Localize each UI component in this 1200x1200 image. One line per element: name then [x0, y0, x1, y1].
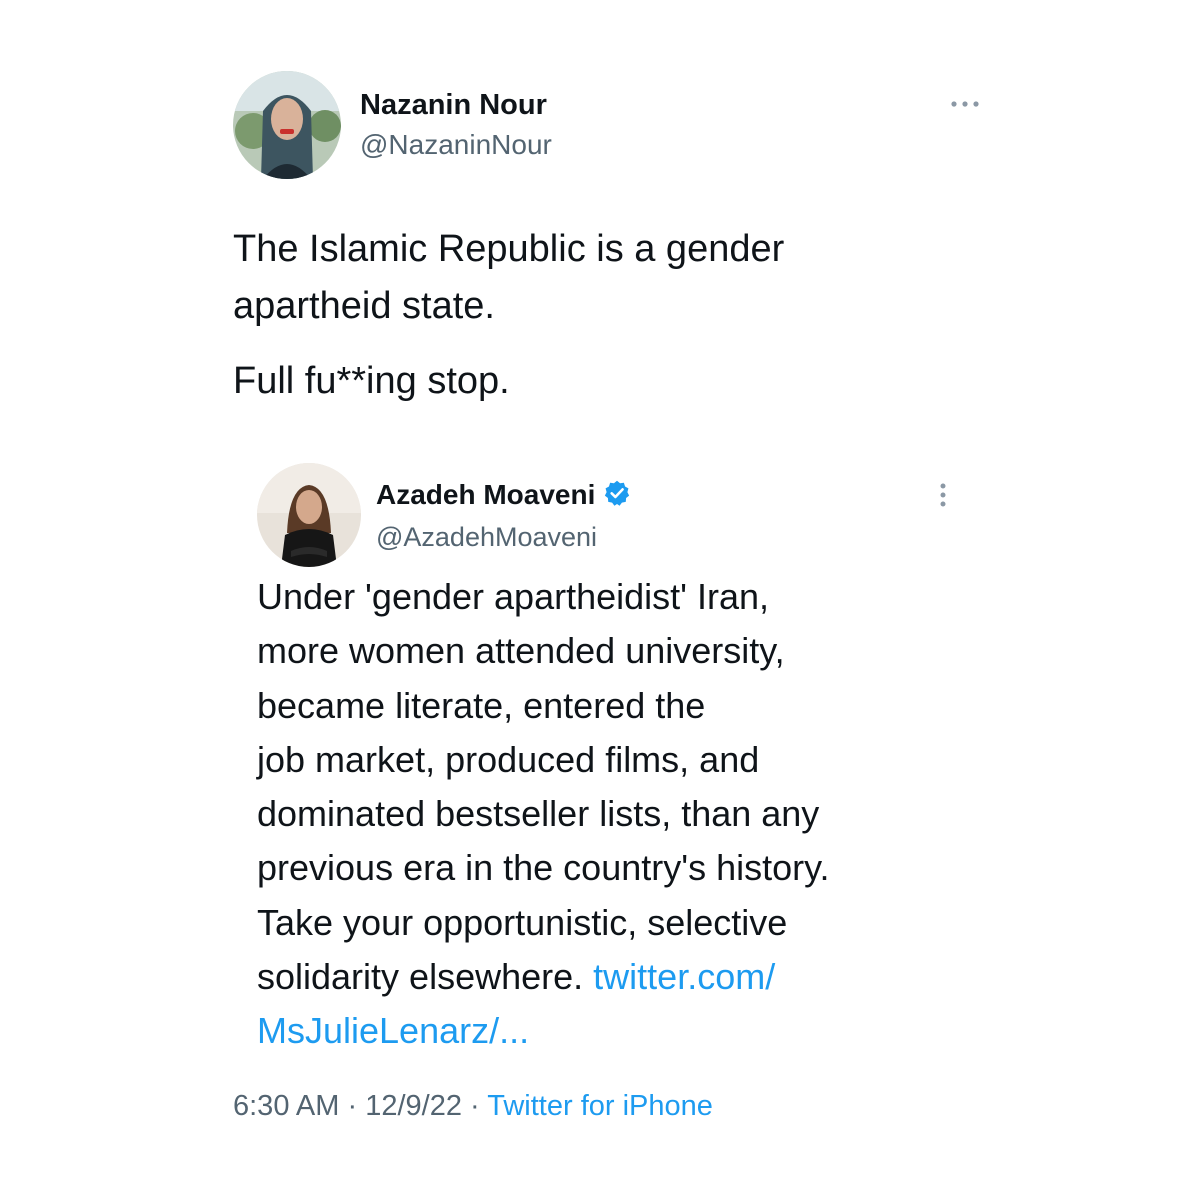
quoted-author-name[interactable]: Azadeh Moaveni	[376, 479, 631, 514]
quoted-text-line-8: solidarity elsewhere.	[257, 956, 584, 998]
meta-separator: ·	[347, 1090, 358, 1122]
quoted-text-line: Take your opportunistic, selective	[257, 901, 788, 943]
quoted-text-line: Under 'gender apartheidist' Iran,	[257, 576, 770, 617]
verified-badge-icon	[603, 479, 631, 514]
quoted-text-line: solidarity elsewhere. twitter.com/	[257, 950, 829, 1004]
tweet-text-line-2: apartheid state.	[233, 285, 495, 327]
tweet-date[interactable]: 12/9/22	[365, 1090, 462, 1122]
quoted-link-part-2[interactable]: MsJulieLenarz/...	[257, 1010, 529, 1051]
quoted-tweet-text: Under 'gender apartheidist' Iran, more w…	[257, 570, 829, 1059]
tweet-source[interactable]: Twitter for iPhone	[487, 1090, 713, 1122]
quoted-author-name-text[interactable]: Azadeh Moaveni	[376, 479, 595, 510]
meta-separator: ·	[470, 1090, 480, 1122]
tweet-text-line-1: The Islamic Republic is a gender	[233, 228, 785, 270]
tweet-time[interactable]: 6:30 AM	[233, 1090, 339, 1122]
author-handle[interactable]: @NazaninNour	[360, 129, 552, 161]
quoted-text-line: more women attended university,	[257, 630, 785, 672]
quoted-link-part-1[interactable]: twitter.com/	[593, 956, 775, 997]
tweet-meta: 6:30 AM · 12/9/22 · Twitter for iPhone	[233, 1090, 713, 1123]
more-vertical-icon[interactable]	[934, 480, 952, 510]
quoted-author-avatar[interactable]	[257, 463, 361, 567]
quoted-author-handle[interactable]: @AzadehMoaveni	[376, 522, 597, 553]
author-name[interactable]: Nazanin Nour	[360, 89, 547, 122]
quoted-text-line: previous era in the country's history.	[257, 847, 830, 889]
quoted-text-line: dominated bestseller lists, than any	[257, 793, 820, 835]
more-horizontal-icon[interactable]	[948, 96, 982, 112]
quoted-text-line: became literate, entered the	[257, 684, 706, 726]
quoted-text-line: MsJulieLenarz/...	[257, 1004, 829, 1058]
quoted-text-line: job market, produced films, and	[257, 738, 760, 780]
author-avatar[interactable]	[233, 71, 341, 179]
tweet-text-line-3: Full fu**ing stop.	[233, 360, 510, 402]
